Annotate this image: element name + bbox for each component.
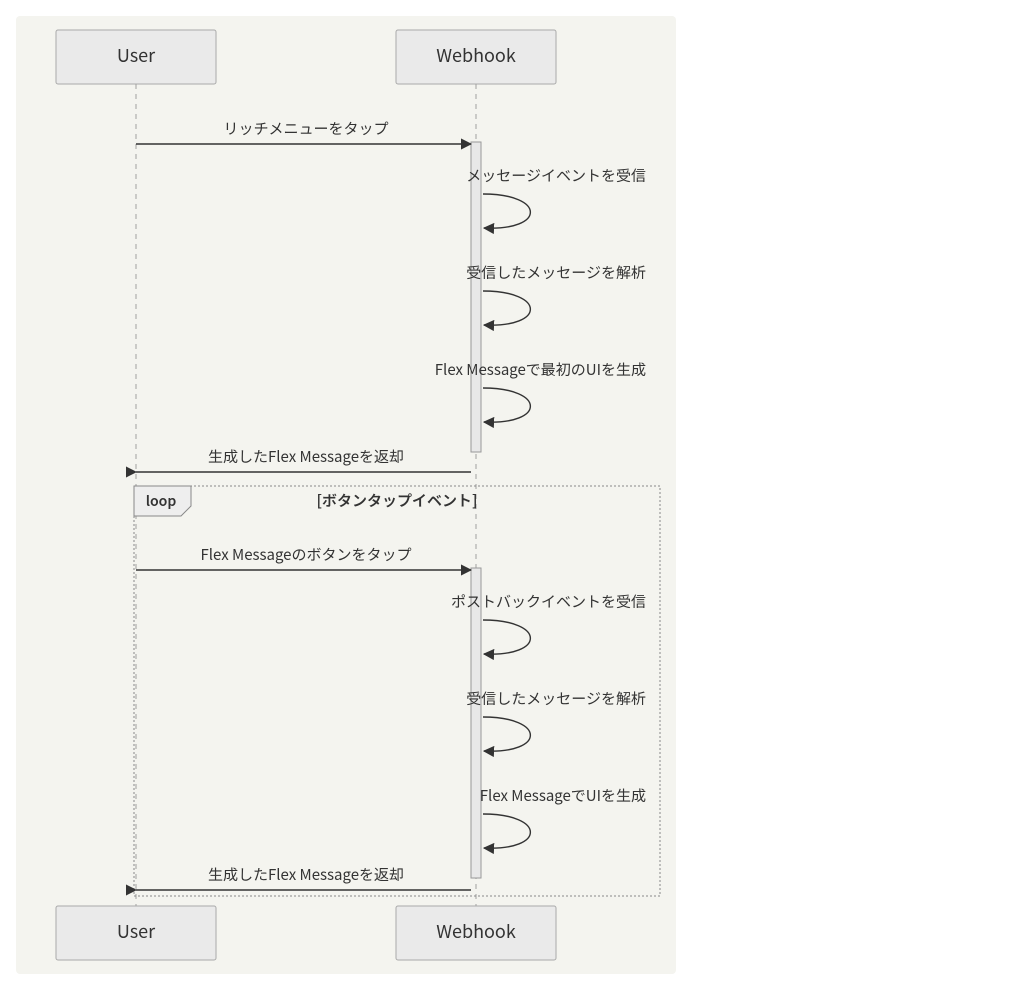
actor-user-bottom-label: User [117,918,156,944]
msg-gen-flex-ui: Flex MessageでUIを生成 [480,785,646,806]
actor-user-top-label: User [117,42,156,68]
arrow-m7 [483,620,530,654]
diagram-canvas: User Webhook リッチメニューをタップ メッセージイベントを受信 受信… [16,16,676,974]
actor-webhook-top-label: Webhook [436,42,516,68]
arrow-m4 [483,388,530,422]
activation-webhook-2 [471,568,481,878]
arrow-m8 [483,717,530,751]
msg-parse: 受信したメッセージを解析 [466,262,646,283]
msg-return-flex-1: 生成したFlex Messageを返却 [208,446,404,467]
msg-return-flex-2: 生成したFlex Messageを返却 [208,864,404,885]
loop-condition: [ボタンタップイベント] [316,490,477,511]
msg-flex-button-tap: Flex Messageのボタンをタップ [201,544,412,565]
arrow-m9 [483,814,530,848]
actor-webhook-bottom-label: Webhook [436,918,516,944]
msg-postback: ポストバックイベントを受信 [451,591,646,612]
activation-webhook-1 [471,142,481,452]
msg-receive-event: メッセージイベントを受信 [466,165,646,186]
page: User Webhook リッチメニューをタップ メッセージイベントを受信 受信… [0,0,1024,991]
sequence-diagram: User Webhook リッチメニューをタップ メッセージイベントを受信 受信… [16,16,676,974]
msg-rich-menu-tap: リッチメニューをタップ [223,118,388,139]
msg-gen-flex-first: Flex Messageで最初のUIを生成 [435,359,646,380]
msg-parse-2: 受信したメッセージを解析 [466,688,646,709]
arrow-m2 [483,194,530,228]
loop-label: loop [146,491,177,511]
arrow-m3 [483,291,530,325]
